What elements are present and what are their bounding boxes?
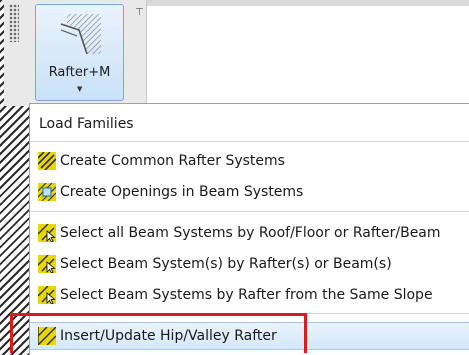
menu-item-label: Create Common Rafter Systems xyxy=(60,153,285,169)
rafter-m-label: Rafter+M xyxy=(48,65,111,80)
select-beam-icon xyxy=(38,286,56,304)
menu-item-create-openings[interactable]: Create Openings in Beam Systems xyxy=(30,179,469,205)
menu-item-load-families[interactable]: Load Families xyxy=(30,111,469,137)
menu-item-select-beam-same-slope[interactable]: Select Beam Systems by Rafter from the S… xyxy=(30,282,469,308)
menu-item-label: Select all Beam Systems by Roof/Floor or… xyxy=(60,225,441,241)
panel-pin-icon[interactable]: ⊤ xyxy=(135,7,144,19)
menu-separator xyxy=(30,211,469,212)
menu-item-label: Load Families xyxy=(39,116,134,132)
ribbon-top-edge xyxy=(130,0,469,6)
rafter-system-icon xyxy=(38,152,56,170)
menu-item-label: Create Openings in Beam Systems xyxy=(60,184,304,200)
menu-item-create-common-rafter-systems[interactable]: Create Common Rafter Systems xyxy=(30,148,469,174)
menu-item-select-beam-by-rafter[interactable]: Select Beam System(s) by Rafter(s) or Be… xyxy=(30,251,469,277)
rafter-m-button[interactable]: Rafter+M ▼ xyxy=(35,4,124,101)
menu-item-label: Select Beam Systems by Rafter from the S… xyxy=(60,287,433,303)
menu-separator xyxy=(30,141,469,142)
ribbon-panel: ⊤ Rafter+M ▼ xyxy=(4,0,147,106)
rafter-hatch-icon xyxy=(60,14,101,55)
chevron-down-icon: ▼ xyxy=(77,85,83,93)
opening-icon xyxy=(38,183,56,201)
panel-grip-handle[interactable] xyxy=(9,4,19,42)
callout-highlight-box xyxy=(10,313,307,353)
select-beam-icon xyxy=(38,224,56,242)
select-beam-icon xyxy=(38,255,56,273)
menu-item-select-all-beam-systems[interactable]: Select all Beam Systems by Roof/Floor or… xyxy=(30,220,469,246)
menu-item-label: Select Beam System(s) by Rafter(s) or Be… xyxy=(60,256,392,272)
